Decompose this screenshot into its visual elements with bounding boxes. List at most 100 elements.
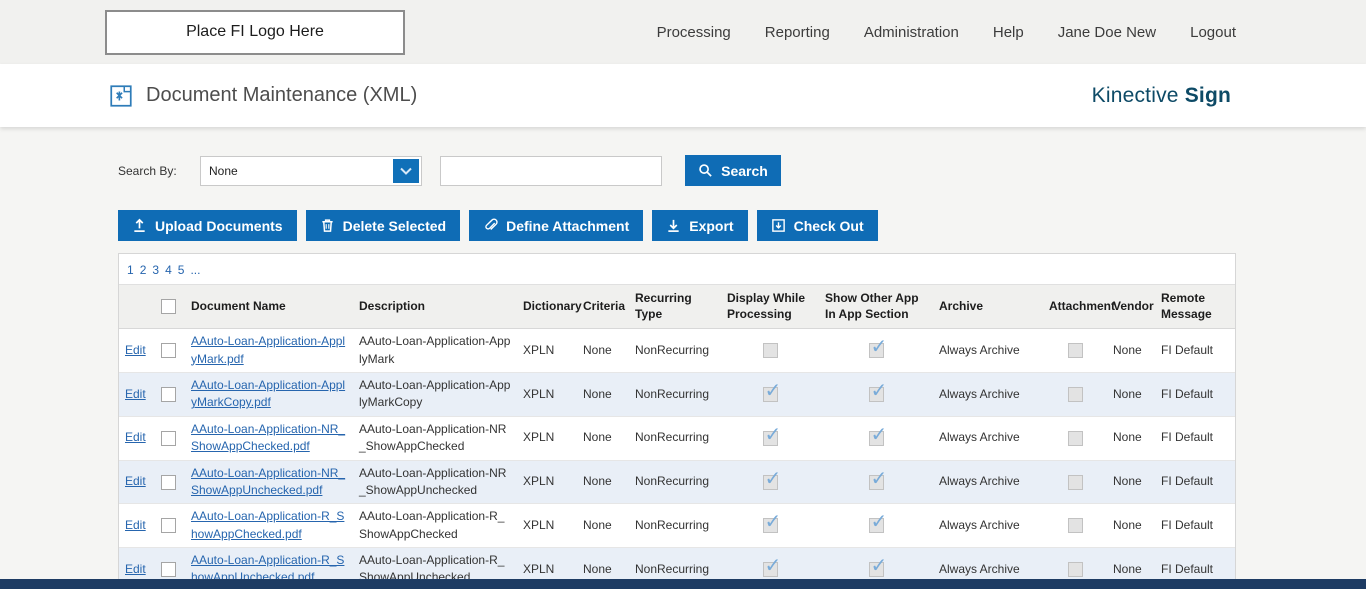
recurring-type-cell: NonRecurring: [635, 518, 710, 532]
document-name-link[interactable]: AAuto-Loan-Application-NR_ShowAppUncheck…: [191, 466, 345, 497]
edit-link[interactable]: Edit: [125, 518, 146, 532]
table-row: Edit AAuto-Loan-Application-R_ShowAppChe…: [119, 503, 1235, 549]
search-button[interactable]: Search: [685, 155, 781, 186]
vendor-cell: None: [1113, 430, 1142, 445]
footer-bar: [0, 579, 1366, 589]
nav-item-help[interactable]: Help: [993, 24, 1024, 41]
brand-logo: Kinective Sign: [1092, 84, 1231, 108]
remote-message-cell: FI Default: [1161, 386, 1214, 401]
check-out-label: Check Out: [793, 217, 864, 234]
select-all-checkbox[interactable]: [161, 299, 176, 315]
header-remote-message: Remote Message: [1155, 283, 1235, 330]
define-attachment-button[interactable]: Define Attachment: [469, 210, 644, 241]
recurring-type-cell: NonRecurring: [635, 561, 710, 576]
brand-name: Kinective: [1091, 83, 1179, 107]
display-while-processing-checkbox: [762, 343, 778, 359]
header-dictionary: Dictionary: [517, 283, 582, 330]
display-while-processing-checkbox: [762, 421, 781, 450]
nav-item-reporting[interactable]: Reporting: [765, 24, 830, 41]
delete-selected-label: Delete Selected: [342, 217, 447, 234]
edit-link[interactable]: Edit: [125, 430, 146, 444]
chevron-down-icon[interactable]: [393, 158, 419, 183]
page-link-5[interactable]: 5: [178, 263, 185, 277]
table-header-row: Document Name Description Dictionary Cri…: [119, 283, 1235, 330]
table-row: Edit AAuto-Loan-Application-NR_ShowAppUn…: [119, 460, 1235, 505]
content-area: Search By: None Search Upload Documents …: [0, 127, 1366, 589]
vendor-cell: None: [1113, 386, 1142, 401]
edit-link[interactable]: Edit: [125, 387, 146, 401]
remote-message-cell: FI Default: [1161, 430, 1214, 445]
delete-selected-button[interactable]: Delete Selected: [305, 210, 461, 241]
description-cell: AAuto-Loan-Application-NR_ShowAppChecked: [359, 421, 507, 454]
display-while-processing-checkbox: [762, 465, 781, 494]
header-description: Description: [353, 283, 517, 330]
row-checkbox[interactable]: [161, 518, 176, 534]
header-edit: [119, 283, 155, 330]
edit-link[interactable]: Edit: [125, 474, 146, 488]
display-while-processing-checkbox: [762, 508, 781, 537]
attachment-checkbox: [1067, 474, 1083, 490]
check-out-button[interactable]: Check Out: [756, 210, 878, 241]
search-input[interactable]: [440, 155, 662, 186]
show-other-app-checkbox: [868, 552, 887, 581]
row-checkbox[interactable]: [161, 474, 176, 490]
dictionary-cell: XPLN: [523, 430, 555, 445]
document-name-link[interactable]: AAuto-Loan-Application-ApplyMark.pdf: [191, 334, 345, 365]
checkout-icon: [771, 218, 786, 233]
dictionary-cell: XPLN: [523, 386, 555, 401]
nav-item-user[interactable]: Jane Doe New: [1058, 24, 1156, 41]
description-cell: AAuto-Loan-Application-ApplyMarkCopy: [359, 377, 511, 410]
show-other-app-checkbox: [868, 465, 887, 494]
table-row: Edit AAuto-Loan-Application-ApplyMarkCop…: [119, 372, 1235, 417]
show-other-app-checkbox: [868, 421, 887, 450]
main-nav: Processing Reporting Administration Help…: [657, 24, 1236, 41]
show-other-app-checkbox: [868, 333, 887, 362]
search-by-dropdown[interactable]: None: [200, 155, 422, 186]
page-title: Document Maintenance (XML): [146, 84, 418, 106]
attachment-checkbox: [1067, 430, 1083, 446]
row-checkbox[interactable]: [161, 386, 176, 402]
brand-suffix: Sign: [1184, 83, 1231, 107]
archive-cell: Always Archive: [939, 518, 1020, 532]
remote-message-cell: FI Default: [1161, 561, 1214, 576]
paperclip-icon: [483, 218, 498, 233]
header-recurring-type: Recurring Type: [629, 283, 721, 330]
upload-icon: [132, 218, 147, 233]
edit-link[interactable]: Edit: [125, 562, 146, 576]
nav-item-processing[interactable]: Processing: [657, 24, 731, 41]
document-name-link[interactable]: AAuto-Loan-Application-ApplyMarkCopy.pdf: [191, 378, 345, 409]
row-checkbox[interactable]: [161, 562, 176, 578]
nav-item-administration[interactable]: Administration: [864, 24, 959, 41]
header-show-other-app: Show Other App In App Section: [819, 283, 933, 330]
recurring-type-cell: NonRecurring: [635, 342, 710, 357]
upload-documents-button[interactable]: Upload Documents: [118, 210, 297, 241]
fi-logo-placeholder: Place FI Logo Here: [105, 9, 405, 55]
header-select-all: [155, 283, 185, 330]
fi-logo-text: Place FI Logo Here: [186, 23, 324, 40]
description-cell: AAuto-Loan-Application-R_ShowAppChecked: [359, 509, 505, 541]
search-by-selected-value: None: [209, 163, 238, 178]
nav-item-logout[interactable]: Logout: [1190, 24, 1236, 41]
show-other-app-checkbox: [868, 508, 887, 537]
row-checkbox[interactable]: [161, 430, 176, 446]
row-checkbox[interactable]: [161, 343, 176, 359]
criteria-cell: None: [583, 561, 612, 576]
archive-cell: Always Archive: [939, 342, 1020, 357]
description-cell: AAuto-Loan-Application-ApplyMark: [359, 334, 511, 366]
define-attachment-label: Define Attachment: [506, 217, 630, 234]
criteria-cell: None: [583, 386, 612, 401]
page-link-4[interactable]: 4: [165, 263, 172, 277]
page-link-2[interactable]: 2: [140, 263, 147, 277]
document-name-link[interactable]: AAuto-Loan-Application-NR_ShowAppChecked…: [191, 422, 345, 453]
page-link-3[interactable]: 3: [152, 263, 159, 277]
dictionary-cell: XPLN: [523, 518, 555, 532]
page-link-1[interactable]: 1: [127, 263, 134, 277]
edit-link[interactable]: Edit: [125, 343, 146, 357]
document-name-link[interactable]: AAuto-Loan-Application-R_ShowAppChecked.…: [191, 509, 344, 540]
page: Place FI Logo Here Processing Reporting …: [0, 0, 1366, 589]
export-button[interactable]: Export: [652, 210, 748, 241]
search-by-label: Search By:: [118, 163, 177, 178]
upload-documents-label: Upload Documents: [155, 217, 283, 234]
page-link-more[interactable]: ...: [190, 263, 200, 277]
attachment-checkbox: [1067, 562, 1083, 578]
